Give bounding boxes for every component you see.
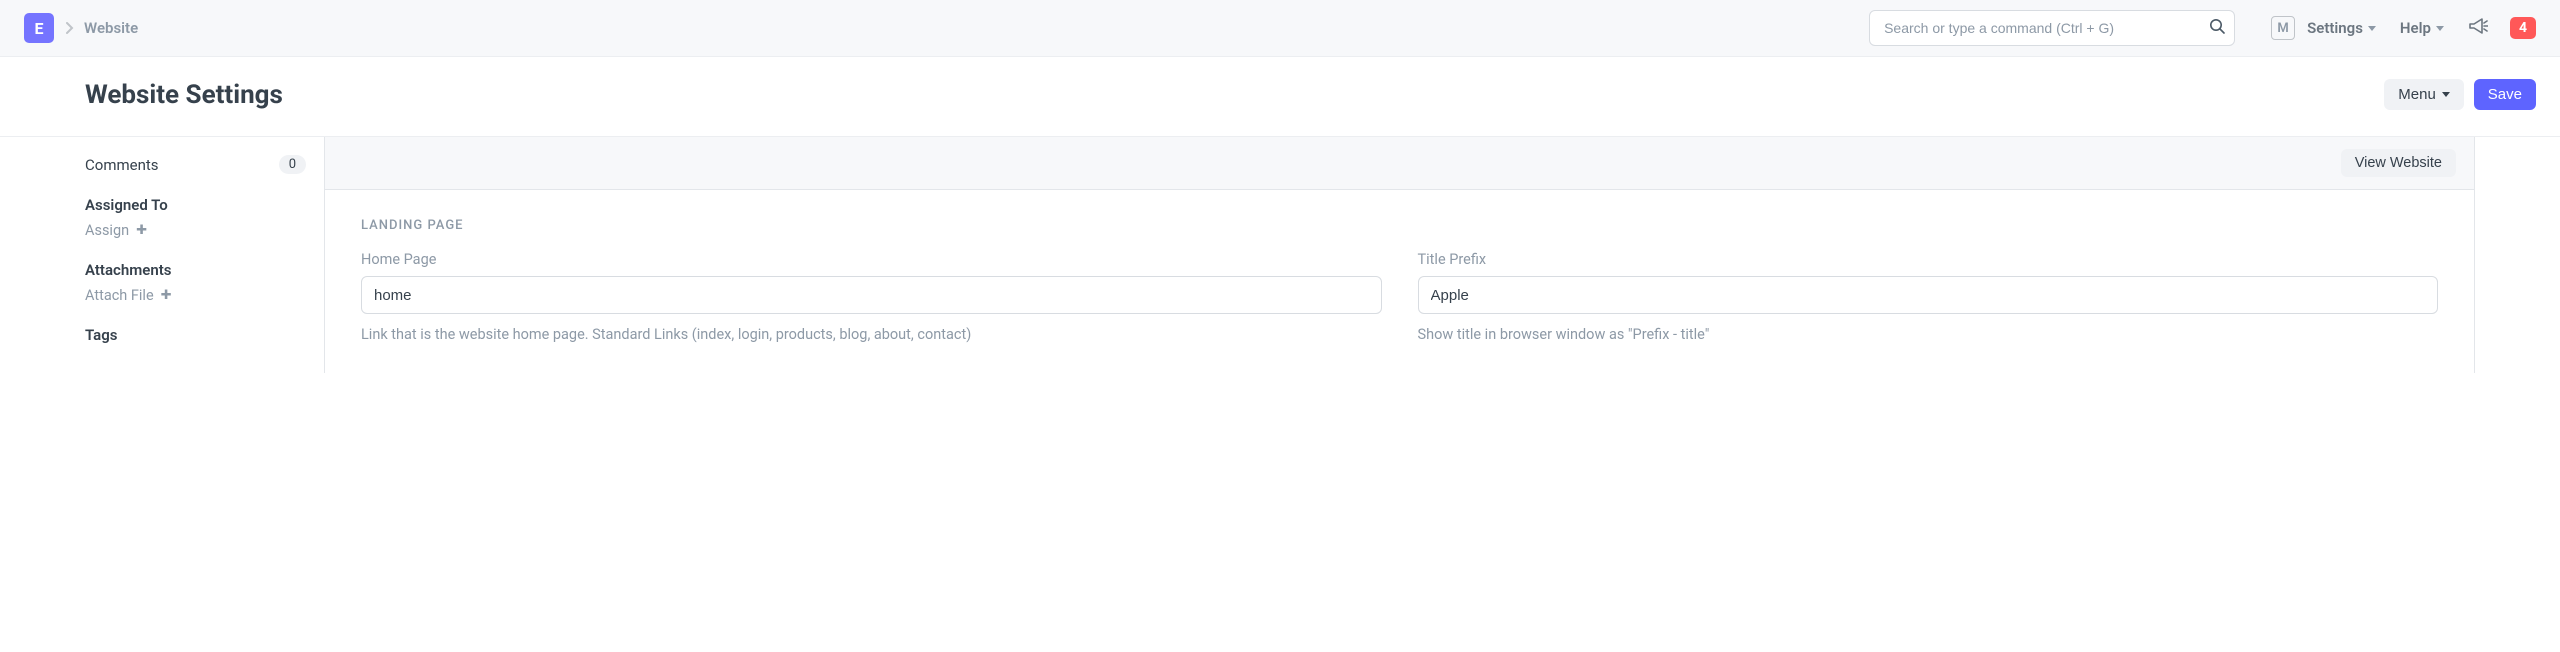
save-button[interactable]: Save	[2474, 79, 2536, 110]
help-label: Help	[2400, 19, 2431, 37]
plus-icon: ✚	[136, 223, 147, 238]
title-prefix-field-group: Title Prefix Show title in browser windo…	[1418, 251, 2439, 345]
notification-badge[interactable]: 4	[2510, 17, 2536, 39]
home-page-help: Link that is the website home page. Stan…	[361, 324, 1382, 345]
page-header: Website Settings Menu Save	[0, 57, 2560, 137]
title-prefix-input[interactable]	[1418, 276, 2439, 314]
search-wrap	[1869, 10, 2235, 46]
comments-label: Comments	[85, 156, 159, 174]
home-page-input[interactable]	[361, 276, 1382, 314]
settings-label: Settings	[2307, 19, 2363, 37]
settings-menu[interactable]: Settings	[2307, 19, 2376, 37]
body: Comments 0 Assigned To Assign ✚ Attachme…	[0, 137, 2560, 373]
chevron-right-icon	[66, 19, 74, 38]
page-title: Website Settings	[85, 80, 2384, 110]
attachments-heading: Attachments	[85, 261, 306, 279]
assign-label: Assign	[85, 222, 129, 239]
sidebar-section-assigned: Assigned To Assign ✚	[85, 196, 306, 239]
home-page-field-group: Home Page Link that is the website home …	[361, 251, 1382, 345]
sidebar-section-tags: Tags	[85, 326, 306, 344]
sidebar-item-comments[interactable]: Comments 0	[85, 155, 306, 174]
breadcrumb[interactable]: Website	[84, 19, 138, 37]
chevron-down-icon	[2436, 26, 2444, 31]
assign-button[interactable]: Assign ✚	[85, 222, 306, 239]
search-icon[interactable]	[2209, 18, 2225, 38]
plus-icon: ✚	[161, 288, 172, 303]
title-prefix-help: Show title in browser window as "Prefix …	[1418, 324, 2439, 345]
avatar[interactable]: M	[2271, 16, 2295, 40]
app-logo[interactable]: E	[24, 13, 54, 43]
form-columns: Home Page Link that is the website home …	[361, 251, 2438, 345]
attach-label: Attach File	[85, 287, 154, 304]
sidebar: Comments 0 Assigned To Assign ✚ Attachme…	[0, 137, 324, 373]
tags-heading: Tags	[85, 326, 306, 344]
main-toolbar: View Website	[325, 137, 2474, 190]
section-heading: Landing Page	[361, 218, 2438, 233]
title-prefix-label: Title Prefix	[1418, 251, 2439, 268]
view-website-button[interactable]: View Website	[2341, 149, 2456, 177]
search-input[interactable]	[1869, 10, 2235, 46]
announcement-icon[interactable]	[2468, 17, 2488, 39]
chevron-down-icon	[2442, 92, 2450, 97]
help-menu[interactable]: Help	[2400, 19, 2444, 37]
menu-label: Menu	[2398, 86, 2436, 103]
form-area: Landing Page Home Page Link that is the …	[325, 190, 2474, 373]
chevron-down-icon	[2368, 26, 2376, 31]
assigned-heading: Assigned To	[85, 196, 306, 214]
main-panel: View Website Landing Page Home Page Link…	[324, 137, 2475, 373]
comments-count: 0	[279, 155, 306, 174]
topbar: E Website M Settings Help 4	[0, 0, 2560, 57]
attach-file-button[interactable]: Attach File ✚	[85, 287, 306, 304]
menu-button[interactable]: Menu	[2384, 79, 2464, 110]
home-page-label: Home Page	[361, 251, 1382, 268]
sidebar-section-attachments: Attachments Attach File ✚	[85, 261, 306, 304]
